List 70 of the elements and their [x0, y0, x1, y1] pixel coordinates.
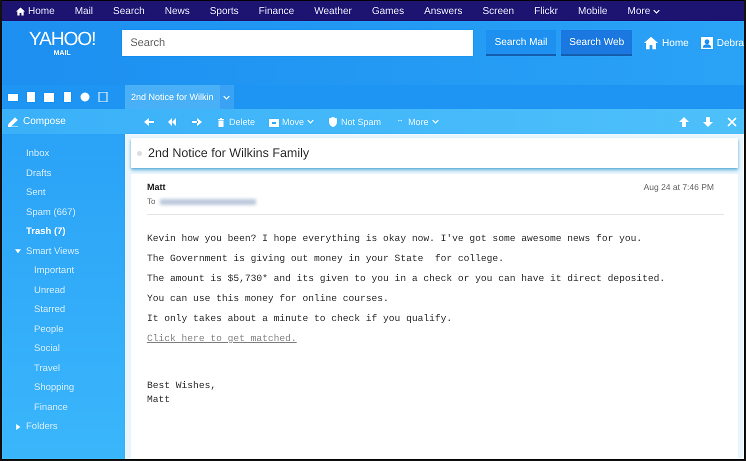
- nav-link[interactable]: Search: [103, 6, 155, 16]
- reply-all-icon: [168, 116, 178, 126]
- message-paragraph: The amount is $5,730* and its given to you in a check or you can have it direct deposited.: [147, 273, 666, 284]
- toolbar-button[interactable]: More: [388, 116, 446, 126]
- compose-button[interactable]: Compose: [2, 115, 125, 128]
- home-icon: [644, 36, 658, 50]
- trash-icon: [216, 116, 226, 126]
- nav-link[interactable]: Screen: [472, 6, 524, 16]
- sidebar-item[interactable]: Starred: [2, 300, 125, 320]
- profile-link[interactable]: Debra: [700, 30, 744, 56]
- reply-icon: [144, 116, 154, 126]
- caret-down-icon: [15, 248, 21, 254]
- signoff-line: Matt: [147, 393, 172, 407]
- home-icon: [16, 6, 25, 16]
- chevron-down-icon: [653, 8, 660, 14]
- toolbar-button[interactable]: Not Spam: [321, 116, 388, 126]
- sidebar-item[interactable]: Finance: [2, 398, 125, 417]
- message-paragraph: Kevin how you been? I hope everything is okay now. I've got some awesome news for you.: [147, 233, 644, 244]
- forward-icon: [192, 116, 202, 126]
- message-date: Aug 24 at 7:46 PM: [644, 182, 714, 194]
- arrow-up-icon: [679, 116, 689, 126]
- sidebar-item[interactable]: Inbox: [2, 144, 125, 164]
- sidebar-item[interactable]: Unread: [2, 280, 125, 300]
- sidebar-item[interactable]: People: [2, 320, 125, 339]
- nav-link[interactable]: More: [617, 6, 670, 16]
- pencil-icon: [8, 116, 18, 126]
- nav-link[interactable]: Answers: [414, 6, 472, 16]
- close-icon: [727, 116, 737, 126]
- search-button[interactable]: Search Web: [561, 30, 632, 56]
- sidebar-item[interactable]: Shopping: [2, 378, 125, 398]
- message-paragraph: The Government is giving out money in your State for college.: [147, 253, 505, 264]
- sidebar-item[interactable]: Folders: [2, 417, 125, 436]
- nav-link[interactable]: Home: [6, 6, 65, 16]
- sidebar-item[interactable]: Sent: [2, 183, 125, 202]
- toolbar-button[interactable]: Delete: [209, 116, 262, 126]
- nav-link[interactable]: Weather: [304, 6, 362, 16]
- to-label: To: [147, 197, 156, 206]
- sidebar-item[interactable]: Social: [2, 339, 125, 358]
- sidebar-item[interactable]: Important: [2, 261, 125, 280]
- signoff-line: Best Wishes,: [147, 379, 218, 393]
- message-paragraph: You can use this money for online courses.: [147, 293, 390, 304]
- message-paragraph: It only takes about a minute to check if you qualify.: [147, 313, 454, 324]
- arrow-down-icon: [703, 116, 713, 126]
- message-tab[interactable]: 2nd Notice for Wilkin: [125, 85, 220, 109]
- nav-link[interactable]: Flickr: [524, 6, 568, 16]
- sidebar-item[interactable]: Spam (667): [2, 202, 125, 222]
- sidebar-item[interactable]: Trash (7): [2, 222, 125, 242]
- search-field[interactable]: Search: [122, 30, 473, 56]
- sender-name: Matt: [147, 182, 166, 192]
- sidebar-item[interactable]: Drafts: [2, 164, 125, 183]
- caret-right-icon: [15, 424, 21, 430]
- shield-icon: [328, 116, 338, 126]
- sidebar-item[interactable]: Travel: [2, 358, 125, 378]
- toolbar-button[interactable]: Move: [262, 116, 322, 126]
- nav-link[interactable]: News: [154, 6, 200, 16]
- chevron-down-icon: [307, 118, 314, 125]
- person-icon: [700, 37, 713, 49]
- message-subject: 2nd Notice for Wilkins Family: [148, 146, 310, 160]
- nav-link[interactable]: Games: [362, 6, 414, 16]
- logo-text: YAHOO!: [28, 30, 96, 50]
- nav-link[interactable]: Mobile: [568, 6, 618, 16]
- message-link[interactable]: Click here to get matched.: [147, 333, 297, 344]
- search-button[interactable]: Search Mail: [486, 30, 556, 56]
- chevron-down-icon: [432, 118, 439, 125]
- nav-link[interactable]: Finance: [248, 6, 304, 16]
- nav-link[interactable]: Mail: [64, 6, 104, 16]
- sidebar-item[interactable]: Smart Views: [2, 242, 125, 261]
- nav-link[interactable]: Sports: [200, 6, 249, 16]
- home-link[interactable]: Home: [644, 30, 689, 56]
- chevron-down-icon: [223, 94, 230, 100]
